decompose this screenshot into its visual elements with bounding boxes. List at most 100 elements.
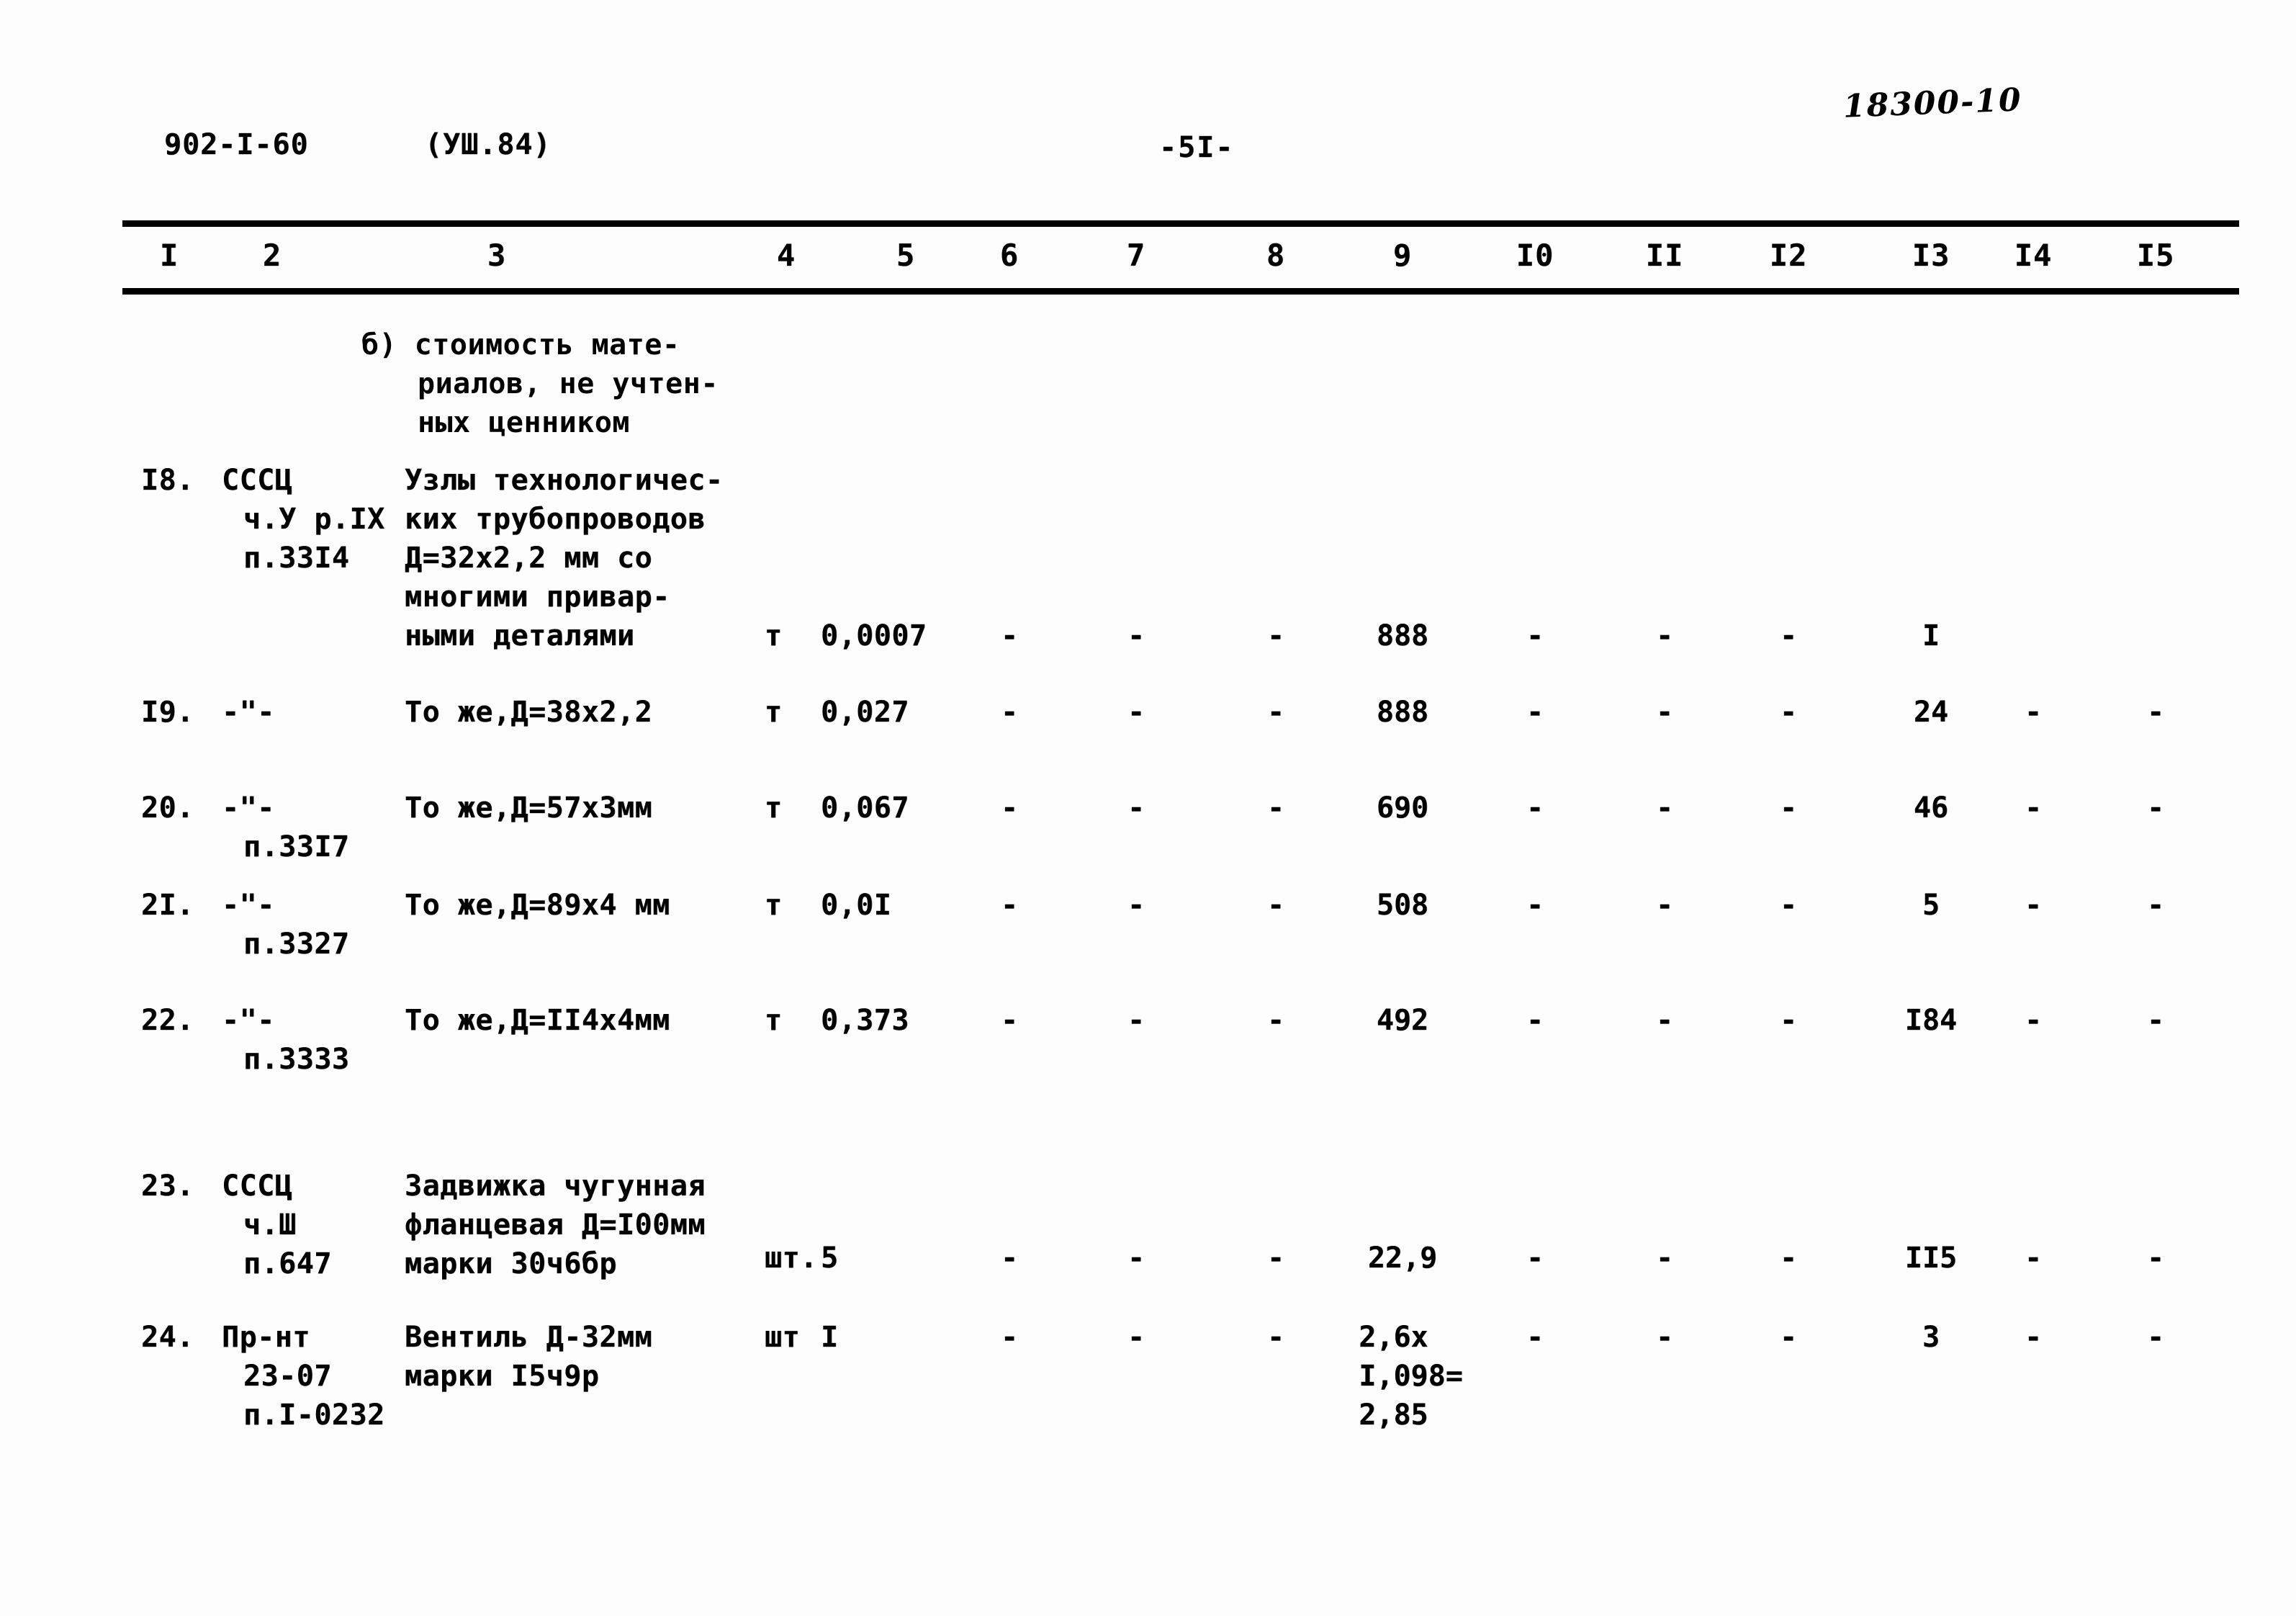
row-source-line: Пр-нт [222, 1321, 310, 1354]
row-cell-col10: - [1526, 889, 1544, 922]
row-cell-col8: - [1266, 696, 1285, 729]
row-description-line: марки I5ч9р [405, 1360, 600, 1393]
row-description: Задвижка чугунная фланцевая Д=I00мм марки … [405, 1167, 706, 1283]
row-item-number: I9. [141, 696, 194, 729]
row-item-number: 22. [141, 1004, 194, 1037]
row-cell-col11: - [1655, 1242, 1674, 1275]
row-source-line: п.33I7 [243, 830, 350, 863]
row-cell-col7: - [1127, 696, 1145, 729]
row-unit: т [765, 889, 783, 922]
row-cell-col15: - [2146, 1321, 2165, 1354]
row-cell-col15: - [2146, 1004, 2165, 1037]
row-cell-col13: I [1922, 619, 1940, 652]
row-description-line: марки 30ч6бр [405, 1247, 617, 1280]
row-cell-col7: - [1127, 889, 1145, 922]
row-cell-col6: - [1000, 696, 1019, 729]
row-quantity: I [821, 1321, 839, 1354]
row-cell-col11: - [1655, 619, 1674, 652]
row-cell-col12: - [1779, 1242, 1798, 1275]
row-cell-col12: - [1779, 696, 1798, 729]
row-cell-col6: - [1000, 619, 1019, 652]
row-cell-col10: - [1526, 696, 1544, 729]
row-description-line: Вентиль Д-32мм [405, 1321, 653, 1354]
row-source-line: СССЦ [222, 1170, 293, 1203]
row-cell-col6: - [1000, 889, 1019, 922]
row-source-reference: -"- п.3333 [222, 1001, 350, 1079]
row-quantity: 0,067 [821, 791, 909, 825]
row-source-line: СССЦ [222, 464, 293, 497]
row-cell-subline: I,098= [1359, 1360, 1463, 1393]
row-description-line: Д=32х2,2 мм со [405, 542, 653, 575]
row-cell-col15: - [2146, 791, 2165, 825]
row-cell-col15: - [2146, 1242, 2165, 1275]
column-header-8: 8 [1266, 238, 1286, 273]
row-description-line: многими привар- [405, 580, 670, 614]
row-description: Вентиль Д-32мм марки I5ч9р [405, 1318, 652, 1396]
row-quantity: 0,027 [821, 696, 909, 729]
row-item-number: 24. [141, 1321, 194, 1354]
note-line-1: б) стоимость мате- [361, 328, 680, 362]
row-cell-col7: - [1127, 619, 1145, 652]
row-cell-col13: 3 [1922, 1321, 1940, 1354]
row-source-line: ч.Ш [243, 1208, 297, 1242]
row-cell-col11: - [1655, 889, 1674, 922]
row-cell-col10: - [1526, 791, 1544, 825]
row-cell-col8: - [1266, 1004, 1285, 1037]
row-description: То же,Д=38х2,2 [405, 693, 652, 732]
row-cell-col9: 492 [1376, 1004, 1429, 1037]
note-materials-not-priced: б) стоимость мате- риалов, не учтен- ных… [361, 326, 719, 442]
row-item-number: 20. [141, 791, 194, 825]
column-header-1: I [159, 238, 179, 273]
row-quantity: 0,373 [821, 1004, 909, 1037]
row-description: Узлы технологичес-ких трубопроводов Д=32х… [405, 461, 723, 655]
row-description-line: фланцевая Д=I00мм [405, 1208, 706, 1242]
column-header-3: 3 [487, 238, 507, 273]
row-source-line: -"- [222, 791, 275, 825]
row-cell-col11: - [1655, 696, 1674, 729]
document-revision: (УШ.84) [425, 128, 552, 161]
row-cell-col14: - [2024, 1242, 2043, 1275]
row-cell-col6: - [1000, 1242, 1019, 1275]
row-cell-col10: - [1526, 1004, 1544, 1037]
row-quantity: 0,0007 [821, 619, 927, 652]
row-source-reference: -"- п.3327 [222, 886, 350, 964]
row-cell-col11: - [1655, 791, 1674, 825]
row-cell-col13: I84 [1904, 1004, 1958, 1037]
row-source-line: -"- [222, 696, 275, 729]
table-rule-top [122, 220, 2239, 227]
row-description-line: Узлы технологичес- [405, 464, 724, 497]
row-description-line: То же,Д=57х3мм [405, 791, 653, 825]
row-description: То же,Д=89х4 мм [405, 886, 670, 925]
row-cell-col9: 22,9 [1367, 1242, 1438, 1275]
row-cell-col12: - [1779, 791, 1798, 825]
row-cell-col7: - [1127, 1004, 1145, 1037]
row-unit: т [765, 1004, 783, 1037]
row-cell-col8: - [1266, 1321, 1285, 1354]
row-cell-col13: II5 [1904, 1242, 1958, 1275]
row-unit: т [765, 791, 783, 825]
row-cell-col6: - [1000, 791, 1019, 825]
row-cell-col10: - [1526, 619, 1544, 652]
row-cell-col12: - [1779, 889, 1798, 922]
column-header-14: I4 [2014, 238, 2053, 273]
row-cell-col10: - [1526, 1242, 1544, 1275]
row-source-line: -"- [222, 1004, 275, 1037]
row-item-number: 2I. [141, 889, 194, 922]
row-source-reference: СССЦ ч.У р.IX п.33I4 [222, 461, 385, 578]
row-cell-col14: - [2024, 696, 2043, 729]
row-source-reference: Пр-нт 23-07 п.I-0232 [222, 1318, 385, 1435]
row-cell-col15: - [2146, 696, 2165, 729]
row-cell-col8: - [1266, 889, 1285, 922]
row-cell-col6: - [1000, 1004, 1019, 1037]
row-source-line: -"- [222, 889, 275, 922]
row-item-number: I8. [141, 464, 194, 497]
row-cell-col8: - [1266, 791, 1285, 825]
column-header-6: 6 [999, 238, 1019, 273]
column-header-7: 7 [1126, 238, 1146, 273]
row-description: То же,Д=II4х4мм [405, 1001, 670, 1040]
row-source-line: 23-07 [243, 1360, 332, 1393]
row-description: То же,Д=57х3мм [405, 789, 652, 827]
row-source-reference: СССЦ ч.Ш п.647 [222, 1167, 332, 1283]
row-quantity: 0,0I [821, 889, 892, 922]
column-header-13: I3 [1912, 238, 1950, 273]
